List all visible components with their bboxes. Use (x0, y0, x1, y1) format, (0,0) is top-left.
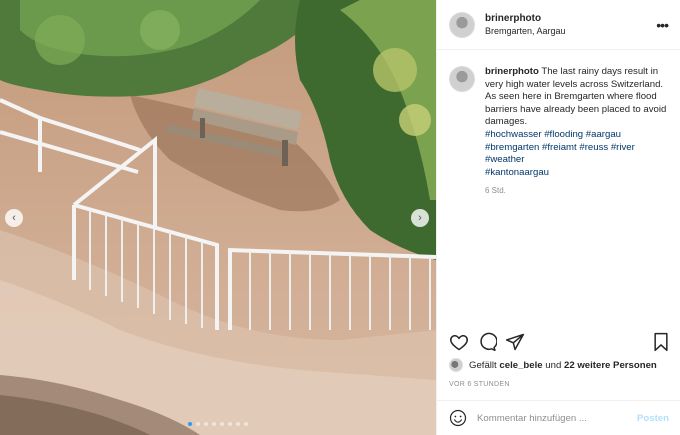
caption-text: brinerphoto The last rainy days result i… (485, 66, 671, 198)
comment-input[interactable] (477, 412, 637, 424)
bookmark-icon[interactable] (651, 332, 671, 352)
caption-username[interactable]: brinerphoto (485, 66, 539, 77)
avatar[interactable] (449, 11, 475, 38)
instagram-post: ‹ › brinerphoto Bremgarten, Aargau ••• b… (0, 0, 680, 435)
flood-scene-image (0, 0, 436, 435)
likes-middle: und (545, 359, 562, 371)
hashtag-line[interactable]: #bremgarten #freiamt #reuss #river (485, 142, 671, 155)
carousel-dot (188, 422, 192, 426)
hashtag-line[interactable]: #hochwasser #flooding #aargau (485, 129, 671, 142)
caption-time: 6 Std. (485, 186, 506, 196)
carousel-dot (212, 422, 216, 426)
post-side-panel: brinerphoto Bremgarten, Aargau ••• brine… (436, 0, 680, 435)
emoji-icon[interactable] (449, 409, 467, 427)
post-comment-button[interactable]: Posten (637, 413, 669, 424)
post-header: brinerphoto Bremgarten, Aargau ••• (437, 0, 680, 50)
carousel-dot (228, 422, 232, 426)
carousel-dot (236, 422, 240, 426)
action-bar (449, 332, 671, 352)
caption-block: brinerphoto The last rainy days result i… (449, 66, 671, 198)
carousel-dot (204, 422, 208, 426)
more-options-icon[interactable]: ••• (656, 17, 669, 33)
location-link[interactable]: Bremgarten, Aargau (485, 25, 656, 37)
carousel-dot (196, 422, 200, 426)
likes-prefix: Gefällt (469, 359, 497, 371)
heart-icon[interactable] (449, 332, 469, 352)
carousel-dot (220, 422, 224, 426)
hashtag-line[interactable]: #kantonaargau (485, 167, 671, 180)
header-text: brinerphoto Bremgarten, Aargau (485, 12, 656, 37)
post-timestamp[interactable]: VOR 6 STUNDEN (449, 381, 510, 388)
post-photo[interactable]: ‹ › (0, 0, 436, 435)
carousel-dot (244, 422, 248, 426)
likes-summary: Gefällt cele_bele und 22 weitere Persone… (449, 358, 657, 372)
carousel-next-button[interactable]: › (411, 209, 429, 227)
hashtag-line[interactable]: #weather (485, 154, 671, 167)
comment-bar: Posten (437, 400, 680, 435)
carousel-indicator (0, 422, 436, 426)
username-link[interactable]: brinerphoto (485, 12, 656, 25)
share-icon[interactable] (505, 332, 525, 352)
comment-icon[interactable] (477, 332, 497, 352)
liker-avatar[interactable] (449, 358, 463, 372)
avatar[interactable] (449, 66, 475, 92)
likes-others-link[interactable]: 22 weitere Personen (564, 360, 657, 371)
liker-username[interactable]: cele_bele (499, 360, 542, 371)
carousel-prev-button[interactable]: ‹ (5, 209, 23, 227)
